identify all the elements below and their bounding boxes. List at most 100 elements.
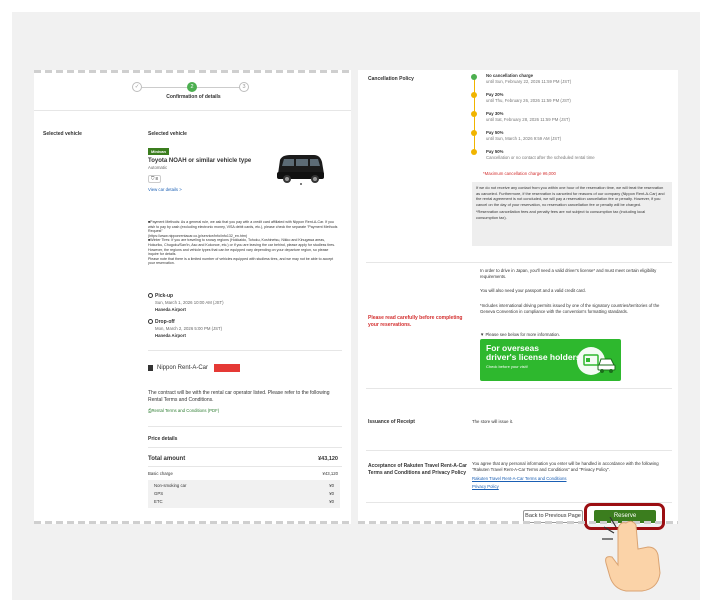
timeline-title: Pay 20% [486, 92, 504, 97]
divider [366, 450, 672, 451]
timeline-sub: until Sun, March 1, 2026 9:59 AM (JST) [486, 136, 562, 141]
read-p1: In order to drive in Japan, you'll need … [480, 268, 657, 279]
read-p3: *Includes international driving permits … [480, 303, 660, 314]
divider [148, 426, 342, 427]
step-2-number: 2 [190, 84, 194, 90]
terms-pdf-link-text[interactable]: Rental Terms and Conditions (PDF) [151, 408, 219, 413]
cancel-label: Cancellation Policy [368, 76, 414, 82]
step-3: 3 [239, 82, 249, 92]
pickup-label: Pick-up [148, 293, 173, 300]
timeline-title: Pay 30% [486, 111, 504, 116]
timeline-dot [471, 92, 477, 98]
company-name: Nippon Rent-A-Car [157, 365, 209, 371]
divider [366, 262, 672, 263]
cancel-note-tax: *Reservation cancellation fees and penal… [476, 209, 646, 220]
total-label: Total amount [148, 456, 186, 462]
option-list: Non-smoking car ¥0 GPS ¥0 ETC ¥0 [148, 480, 340, 508]
timeline-title: No cancellation charge [486, 73, 534, 78]
note-limited: Please note that there is a limited numb… [148, 256, 334, 266]
option-label: GPS [154, 491, 164, 496]
privacy-link-text[interactable]: Privacy Policy [472, 484, 499, 489]
option-label: Non-smoking car [154, 483, 187, 488]
right-panel: Cancellation Policy No cancellation char… [358, 70, 678, 530]
basic-charge-label: Basic charge [148, 471, 173, 476]
seat-icon: ⛉ [151, 176, 155, 181]
read-carefully-label: Please read carefully before completing … [368, 315, 463, 328]
banner-line3: Check before your visit! [486, 364, 528, 369]
banner-line2: driver's license holders [486, 352, 581, 362]
pickup-date: Sun, March 1, 2026 10:00 AM (JST) [155, 300, 224, 305]
cancel-note-box: If we do not receive any contact from yo… [472, 182, 672, 246]
see-below: ▼ Please see below for more information. [480, 332, 560, 337]
dropoff-place: Haneda Airport [155, 333, 186, 338]
step-1: ✓ [132, 82, 142, 92]
total-value: ¥43,120 [318, 456, 338, 462]
read-p2: You will also need your passport and a v… [480, 288, 586, 293]
basic-charge-value: ¥43,120 [322, 471, 338, 476]
timeline-sub: until Sat, February 28, 2026 11:59 PM (J… [486, 117, 570, 122]
section-label-vehicle: Selected vehicle [43, 131, 82, 137]
step-2-label: Confirmation of details [166, 94, 221, 100]
receipt-label: Issuance of Receipt [368, 419, 415, 425]
timeline-dot [471, 111, 477, 117]
timeline-sub: Cancellation or no contact after the sch… [486, 155, 595, 160]
terms-link[interactable]: Rakuten Travel Rent-A-Car Terms and Cond… [472, 476, 567, 482]
car-details-link[interactable]: View car details > [148, 187, 182, 193]
timeline-dot [471, 74, 477, 80]
terms-pdf-link[interactable]: ⎙Rental Terms and Conditions (PDF) [148, 408, 219, 414]
seats-badge: ⛉ 8 [148, 175, 161, 183]
option-value: ¥0 [329, 491, 334, 496]
receipt-text: The store will issue it. [472, 419, 514, 424]
timeline-dot [471, 149, 477, 155]
option-value: ¥0 [329, 499, 334, 504]
license-car-icon [577, 347, 616, 375]
radio-icon [148, 319, 153, 325]
vehicle-badge: Minivan [148, 148, 169, 155]
building-icon [148, 365, 153, 371]
step-3-number: 3 [242, 84, 246, 90]
divider [34, 110, 351, 111]
dropoff-date: Mon, March 2, 2026 5:00 PM (JST) [155, 326, 223, 331]
vehicle-name: Toyota NOAH or similar vehicle type [148, 158, 252, 164]
vehicle-heading: Selected vehicle [148, 131, 187, 137]
contract-text: The contract will be with the rental car… [148, 390, 330, 403]
top-dash-border [34, 70, 351, 73]
step-2: 2 [187, 82, 197, 92]
pickup-label-text: Pick-up [155, 293, 174, 299]
note-winter-tires: ■Winter Tires: If you are traveling to s… [148, 238, 336, 247]
terms-link-text[interactable]: Rakuten Travel Rent-A-Car Terms and Cond… [472, 476, 567, 481]
option-value: ¥0 [329, 483, 334, 488]
rental-notes: ■Payment Methods: As a general rule, we … [148, 220, 340, 266]
divider [366, 388, 672, 389]
timeline-dot [471, 130, 477, 136]
company-logo [214, 364, 240, 372]
check-icon: ✓ [134, 84, 140, 90]
option-label: ETC [154, 499, 163, 504]
pickup-place: Haneda Airport [155, 307, 186, 312]
hand-pointer-icon [602, 517, 661, 592]
seats-count: 8 [155, 176, 158, 181]
dropoff-label-text: Drop-off [155, 319, 175, 325]
divider [148, 466, 342, 467]
privacy-link[interactable]: Privacy Policy [472, 484, 499, 490]
left-panel: ✓ 2 3 Confirmation of details Selected v… [34, 70, 351, 524]
divider [148, 447, 342, 448]
overseas-license-banner[interactable]: For overseas driver's license holders Ch… [480, 339, 621, 381]
bottom-dash-border [34, 521, 351, 524]
timeline-sub: until Sun, February 22, 2026 11:59 PM (J… [486, 79, 572, 84]
acceptance-label: Acceptance of Rakuten Travel Rent-A-Car … [368, 463, 467, 476]
timeline-sub: until Thu, February 26, 2026 11:59 PM (J… [486, 98, 571, 103]
max-charge: *Maximum cancellation charge ¥6,000 [483, 171, 556, 176]
cancel-note: If we do not receive any contact from yo… [476, 185, 665, 207]
note-regions: However, the regions and vehicle types t… [148, 247, 329, 257]
dropoff-label: Drop-off [148, 319, 175, 326]
car-image [277, 155, 324, 185]
acceptance-text: You agree that any personal information … [472, 461, 659, 472]
vehicle-transmission: Automatic [148, 165, 168, 170]
divider [148, 350, 342, 351]
timeline-title: Pay 50% [486, 149, 504, 154]
radio-icon [148, 293, 153, 299]
timeline-title: Pay 50% [486, 130, 504, 135]
price-heading: Price details [148, 436, 178, 442]
note-payment: ■Payment Methods: As a general rule, we … [148, 220, 338, 234]
